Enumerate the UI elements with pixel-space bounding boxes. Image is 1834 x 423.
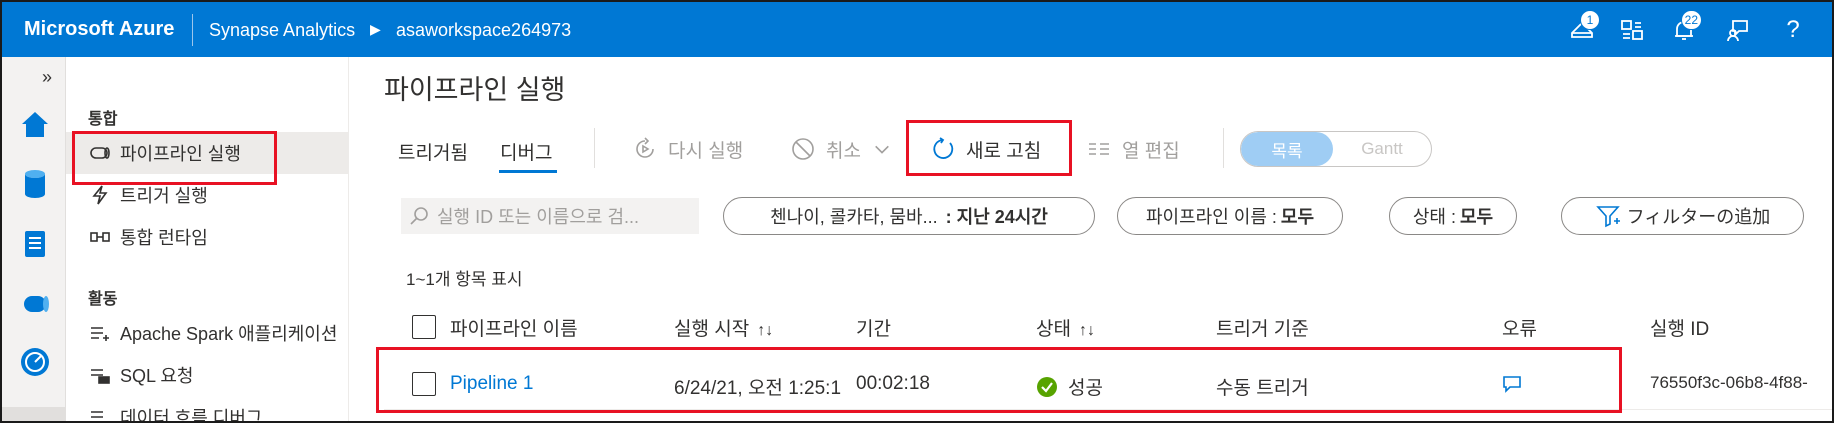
breadcrumb-workspace[interactable]: asaworkspace264973	[396, 20, 571, 41]
topbar-divider	[192, 14, 193, 46]
data-icon[interactable]	[18, 167, 52, 201]
tab-debug[interactable]: 디버그	[500, 138, 552, 165]
highlight-box-pipeline-row	[376, 347, 1622, 413]
cancel-label: 취소	[826, 140, 861, 162]
edit-columns-button[interactable]: 열 편집	[1086, 132, 1180, 166]
add-filter-label: フィルターの追加	[1626, 207, 1771, 227]
help-icon[interactable]: ?	[1777, 14, 1809, 46]
add-filter-button[interactable]: フィルターの追加	[1561, 197, 1804, 235]
directory-switch-icon[interactable]	[1616, 14, 1648, 46]
nav-section-activities: 활동	[88, 291, 118, 308]
nav-item-label: Apache Spark 애플리케이션	[120, 324, 338, 344]
left-rail: »	[0, 57, 66, 423]
time-range-filter[interactable]: 첸나이, 콜카타, 뭄바... : 지난 24시간	[723, 197, 1095, 235]
status-filter[interactable]: 상태 : 모두	[1389, 197, 1517, 235]
chevron-down-icon	[875, 145, 889, 154]
nav-item-label: 트리거 실행	[120, 186, 208, 206]
search-icon	[410, 207, 428, 225]
rerun-label: 다시 실행	[668, 140, 744, 162]
highlight-box-refresh	[906, 120, 1072, 176]
nav-item-sql-requests[interactable]: SQL 요청	[66, 354, 349, 396]
top-bar: Microsoft Azure Synapse Analytics ▶ asaw…	[0, 0, 1834, 57]
sql-icon	[88, 363, 112, 387]
status-filter-value: 모두	[1460, 207, 1494, 227]
column-header-error[interactable]: 오류	[1502, 314, 1537, 341]
run-id-cell: 76550f3c-06b8-4f88-	[1650, 373, 1808, 392]
develop-icon[interactable]	[18, 227, 52, 261]
nav-item-label: SQL 요청	[120, 366, 194, 386]
page-title: 파이프라인 실행	[384, 75, 566, 105]
search-placeholder: 실행 ID 또는 이름으로 검...	[437, 207, 640, 227]
cancel-button[interactable]: 취소	[790, 132, 891, 166]
spark-icon	[88, 321, 112, 345]
toolbar-divider	[594, 128, 595, 168]
feedback-icon[interactable]	[1722, 14, 1754, 46]
nav-item-label: 통합 런타임	[120, 228, 208, 248]
integrate-icon[interactable]	[18, 287, 52, 321]
rerun-button[interactable]: 다시 실행	[632, 132, 743, 166]
toolbar-divider	[1223, 128, 1224, 168]
pipeline-name-filter[interactable]: 파이프라인 이름 : 모두	[1117, 197, 1343, 235]
edit-columns-label: 열 편집	[1122, 140, 1180, 162]
bell-icon[interactable]: 22	[1668, 10, 1702, 46]
monitor-nav-panel: 통합 파이프라인 실행 트리거 실행 통합 런타임 활동 Apache Spar…	[66, 57, 349, 423]
sort-icon[interactable]: ↑↓	[757, 322, 773, 339]
alert-count-badge: 22	[1680, 10, 1702, 30]
active-tab-indicator	[499, 170, 557, 173]
rerun-icon	[636, 137, 654, 158]
runtime-icon	[88, 225, 112, 249]
notifications-feed-icon[interactable]: 1	[1566, 10, 1600, 46]
column-header-run-id[interactable]: 실행 ID	[1650, 314, 1709, 341]
select-all-checkbox[interactable]	[412, 315, 436, 339]
tab-triggered[interactable]: 트리거됨	[398, 138, 468, 165]
breadcrumb-synapse[interactable]: Synapse Analytics	[209, 20, 355, 41]
nav-item-integration-runtimes[interactable]: 통합 런타임	[66, 216, 349, 258]
expand-rail-icon[interactable]: »	[42, 67, 52, 88]
view-gantt-option[interactable]: Gantt	[1333, 132, 1431, 166]
column-header-duration[interactable]: 기간	[856, 314, 891, 341]
column-header-pipeline-name[interactable]: 파이프라인 이름	[450, 314, 578, 341]
sort-icon[interactable]: ↑↓	[1079, 322, 1095, 339]
nav-item-dataflow-debug[interactable]: 데이터 흐름 디버그	[66, 396, 349, 423]
search-input[interactable]: 실행 ID 또는 이름으로 검...	[401, 198, 699, 234]
column-header-status[interactable]: 상태 ↑↓	[1036, 314, 1095, 341]
view-list-option[interactable]: 목록	[1241, 132, 1333, 166]
view-toggle[interactable]: 목록 Gantt	[1240, 131, 1432, 167]
filter-icon	[1595, 206, 1620, 228]
nav-item-spark-applications[interactable]: Apache Spark 애플리케이션	[66, 312, 349, 354]
breadcrumb-arrow-icon: ▶	[370, 21, 381, 37]
notification-count-badge: 1	[1580, 10, 1600, 30]
pipeline-filter-value: 모두	[1280, 207, 1315, 227]
time-filter-value: : 지난 24시간	[945, 207, 1048, 227]
column-header-run-start[interactable]: 실행 시작 ↑↓	[674, 314, 773, 341]
columns-icon	[1089, 143, 1109, 155]
trigger-icon	[88, 183, 112, 207]
column-header-label: 상태	[1036, 319, 1071, 340]
time-filter-label: 첸나이, 콜카타, 뭄바...	[770, 207, 938, 227]
status-filter-label: 상태 :	[1412, 207, 1456, 227]
monitor-icon[interactable]	[18, 345, 52, 379]
brand-link[interactable]: Microsoft Azure	[24, 18, 174, 41]
nav-section-integration: 통합	[88, 111, 118, 128]
cancel-icon	[792, 138, 814, 160]
home-icon[interactable]	[18, 107, 52, 141]
column-header-label: 실행 시작	[674, 319, 750, 340]
pipeline-filter-label: 파이프라인 이름 :	[1145, 207, 1277, 227]
column-header-triggered-by[interactable]: 트리거 기준	[1216, 314, 1309, 341]
item-count: 1~1개 항목 표시	[406, 270, 523, 289]
highlight-box-pipeline-runs	[72, 131, 277, 185]
